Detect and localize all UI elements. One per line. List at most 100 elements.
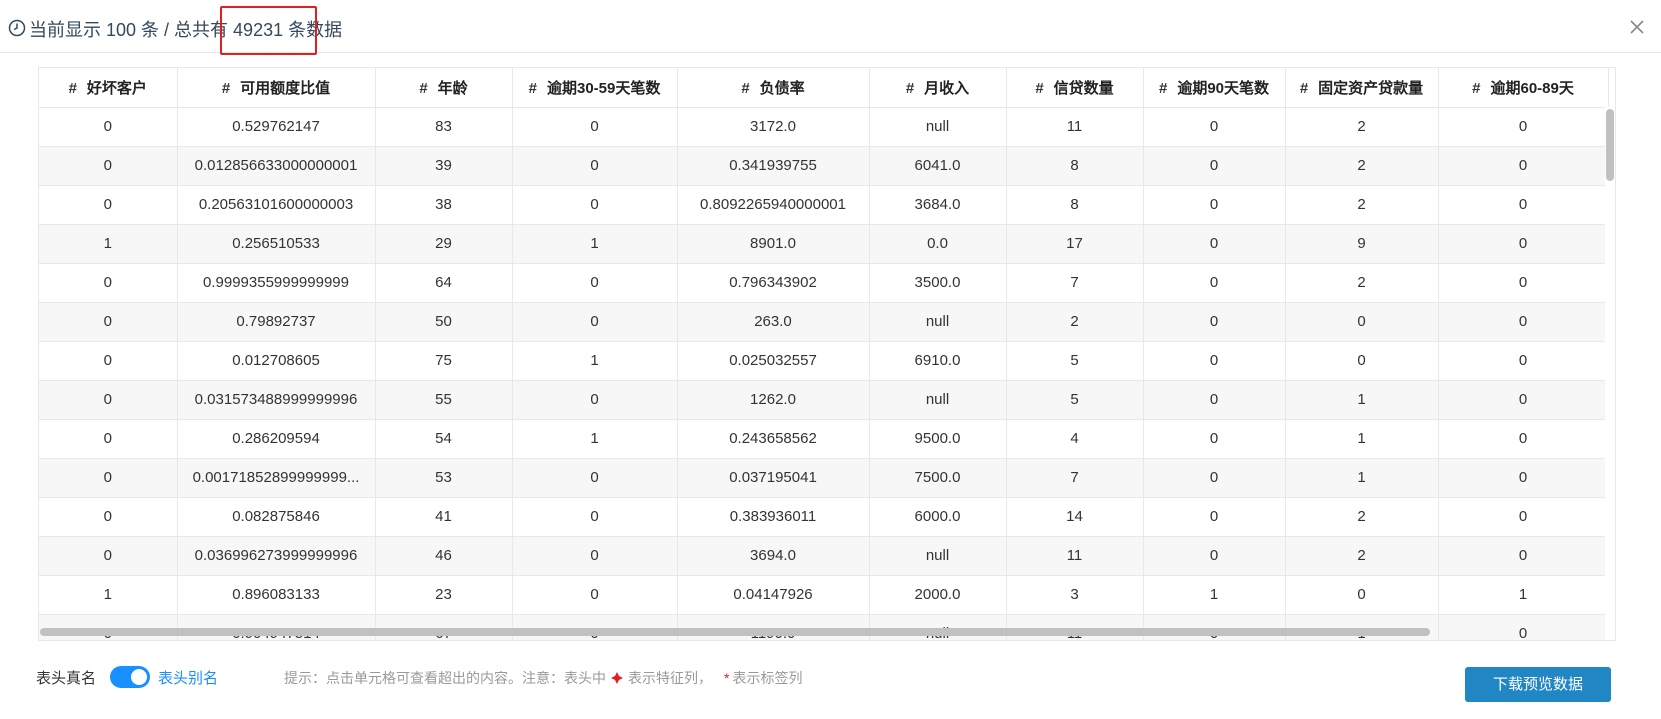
table-cell[interactable]: 7 [1006, 458, 1144, 498]
table-cell[interactable]: 83 [375, 107, 513, 147]
table-cell[interactable]: null [869, 302, 1007, 342]
table-cell[interactable]: 0 [512, 458, 678, 498]
table-cell[interactable]: 6041.0 [869, 146, 1007, 186]
table-cell[interactable]: 0 [1143, 107, 1286, 147]
table-cell[interactable]: 64 [375, 263, 513, 303]
table-cell[interactable]: 0.012708605 [177, 341, 376, 381]
table-cell[interactable]: 1 [1285, 380, 1439, 420]
table-cell[interactable]: 0 [1438, 107, 1609, 147]
table-cell[interactable]: 1 [39, 224, 178, 264]
table-cell[interactable]: 0 [512, 107, 678, 147]
table-cell[interactable]: 0.243658562 [677, 419, 870, 459]
table-cell[interactable]: 2 [1285, 185, 1439, 225]
table-cell[interactable]: 0 [1438, 614, 1609, 640]
table-cell[interactable]: 0 [512, 146, 678, 186]
table-cell[interactable]: 1 [512, 341, 678, 381]
column-header[interactable]: # 逾期90天笔数 [1143, 68, 1286, 108]
table-cell[interactable]: 0.025032557 [677, 341, 870, 381]
table-cell[interactable]: 0.341939755 [677, 146, 870, 186]
table-cell[interactable]: 23 [375, 575, 513, 615]
table-cell[interactable]: 0 [512, 497, 678, 537]
table-cell[interactable]: 0 [1143, 458, 1286, 498]
table-cell[interactable]: 0 [1285, 575, 1439, 615]
table-cell[interactable]: 6910.0 [869, 341, 1007, 381]
table-cell[interactable]: 0 [512, 536, 678, 576]
table-cell[interactable]: 0 [1143, 146, 1286, 186]
table-cell[interactable]: 50 [375, 302, 513, 342]
column-header[interactable]: # 逾期30-59天笔数 [512, 68, 678, 108]
table-cell[interactable]: 9 [1285, 224, 1439, 264]
table-cell[interactable]: 0 [39, 497, 178, 537]
table-cell[interactable]: 0 [1143, 536, 1286, 576]
table-cell[interactable]: 0.00171852899999999... [177, 458, 376, 498]
table-cell[interactable]: 0 [1143, 380, 1286, 420]
table-cell[interactable]: 0 [1438, 302, 1609, 342]
table-cell[interactable]: 1 [512, 224, 678, 264]
table-cell[interactable]: 2 [1285, 146, 1439, 186]
table-cell[interactable]: 1 [1143, 575, 1286, 615]
column-header[interactable]: # 年龄 [375, 68, 513, 108]
table-cell[interactable]: 3 [1006, 575, 1144, 615]
table-cell[interactable]: 0 [39, 185, 178, 225]
table-cell[interactable]: 3500.0 [869, 263, 1007, 303]
table-cell[interactable]: 0 [1143, 497, 1286, 537]
column-header[interactable]: # 月收入 [869, 68, 1007, 108]
table-cell[interactable]: 8 [1006, 146, 1144, 186]
table-cell[interactable]: 0 [1438, 419, 1609, 459]
table-cell[interactable]: 3684.0 [869, 185, 1007, 225]
table-cell[interactable]: 0 [512, 575, 678, 615]
table-cell[interactable]: 0 [1438, 458, 1609, 498]
column-header[interactable]: # 逾期60-89天 [1438, 68, 1609, 108]
table-cell[interactable]: 11 [1006, 536, 1144, 576]
table-cell[interactable]: 1 [39, 575, 178, 615]
table-cell[interactable]: 0.082875846 [177, 497, 376, 537]
table-cell[interactable]: 263.0 [677, 302, 870, 342]
table-cell[interactable]: 7500.0 [869, 458, 1007, 498]
table-cell[interactable]: 0.037195041 [677, 458, 870, 498]
table-cell[interactable]: 0 [1438, 341, 1609, 381]
close-icon[interactable] [1626, 16, 1648, 38]
table-cell[interactable]: 1262.0 [677, 380, 870, 420]
table-cell[interactable]: 0 [1143, 185, 1286, 225]
table-cell[interactable]: 54 [375, 419, 513, 459]
table-cell[interactable]: 17 [1006, 224, 1144, 264]
table-cell[interactable]: 0 [1438, 185, 1609, 225]
table-cell[interactable]: 0.383936011 [677, 497, 870, 537]
table-cell[interactable]: 75 [375, 341, 513, 381]
table-cell[interactable]: 11 [1006, 107, 1144, 147]
table-cell[interactable]: 2000.0 [869, 575, 1007, 615]
download-preview-button[interactable]: 下载预览数据 [1465, 667, 1611, 702]
table-cell[interactable]: 0 [1143, 302, 1286, 342]
table-cell[interactable]: 0 [39, 302, 178, 342]
table-cell[interactable]: 53 [375, 458, 513, 498]
table-cell[interactable]: null [869, 380, 1007, 420]
table-cell[interactable]: 0 [1285, 302, 1439, 342]
table-cell[interactable]: 0 [39, 458, 178, 498]
table-cell[interactable]: 5 [1006, 380, 1144, 420]
table-cell[interactable]: 0 [1285, 341, 1439, 381]
table-cell[interactable]: 0 [1438, 263, 1609, 303]
table-cell[interactable]: 0.529762147 [177, 107, 376, 147]
table-cell[interactable]: 0 [1143, 224, 1286, 264]
vertical-scrollbar[interactable] [1605, 107, 1615, 640]
table-cell[interactable]: 0 [39, 263, 178, 303]
table-cell[interactable]: 8 [1006, 185, 1144, 225]
table-cell[interactable]: 39 [375, 146, 513, 186]
table-cell[interactable]: 8901.0 [677, 224, 870, 264]
table-cell[interactable]: 2 [1006, 302, 1144, 342]
table-cell[interactable]: 2 [1285, 536, 1439, 576]
table-cell[interactable]: 0.04147926 [677, 575, 870, 615]
header-alias-toggle[interactable] [110, 666, 151, 688]
table-cell[interactable]: 0 [1143, 263, 1286, 303]
table-cell[interactable]: 0 [1438, 536, 1609, 576]
vertical-scroll-thumb[interactable] [1606, 109, 1614, 181]
table-cell[interactable]: 0.79892737 [177, 302, 376, 342]
table-cell[interactable]: 0.286209594 [177, 419, 376, 459]
table-cell[interactable]: 46 [375, 536, 513, 576]
table-cell[interactable]: 0 [39, 341, 178, 381]
table-cell[interactable]: 0 [512, 185, 678, 225]
table-cell[interactable]: 0.031573488999999996 [177, 380, 376, 420]
table-cell[interactable]: 7 [1006, 263, 1144, 303]
column-header[interactable]: # 好坏客户 [39, 68, 178, 108]
table-cell[interactable]: 0 [512, 263, 678, 303]
